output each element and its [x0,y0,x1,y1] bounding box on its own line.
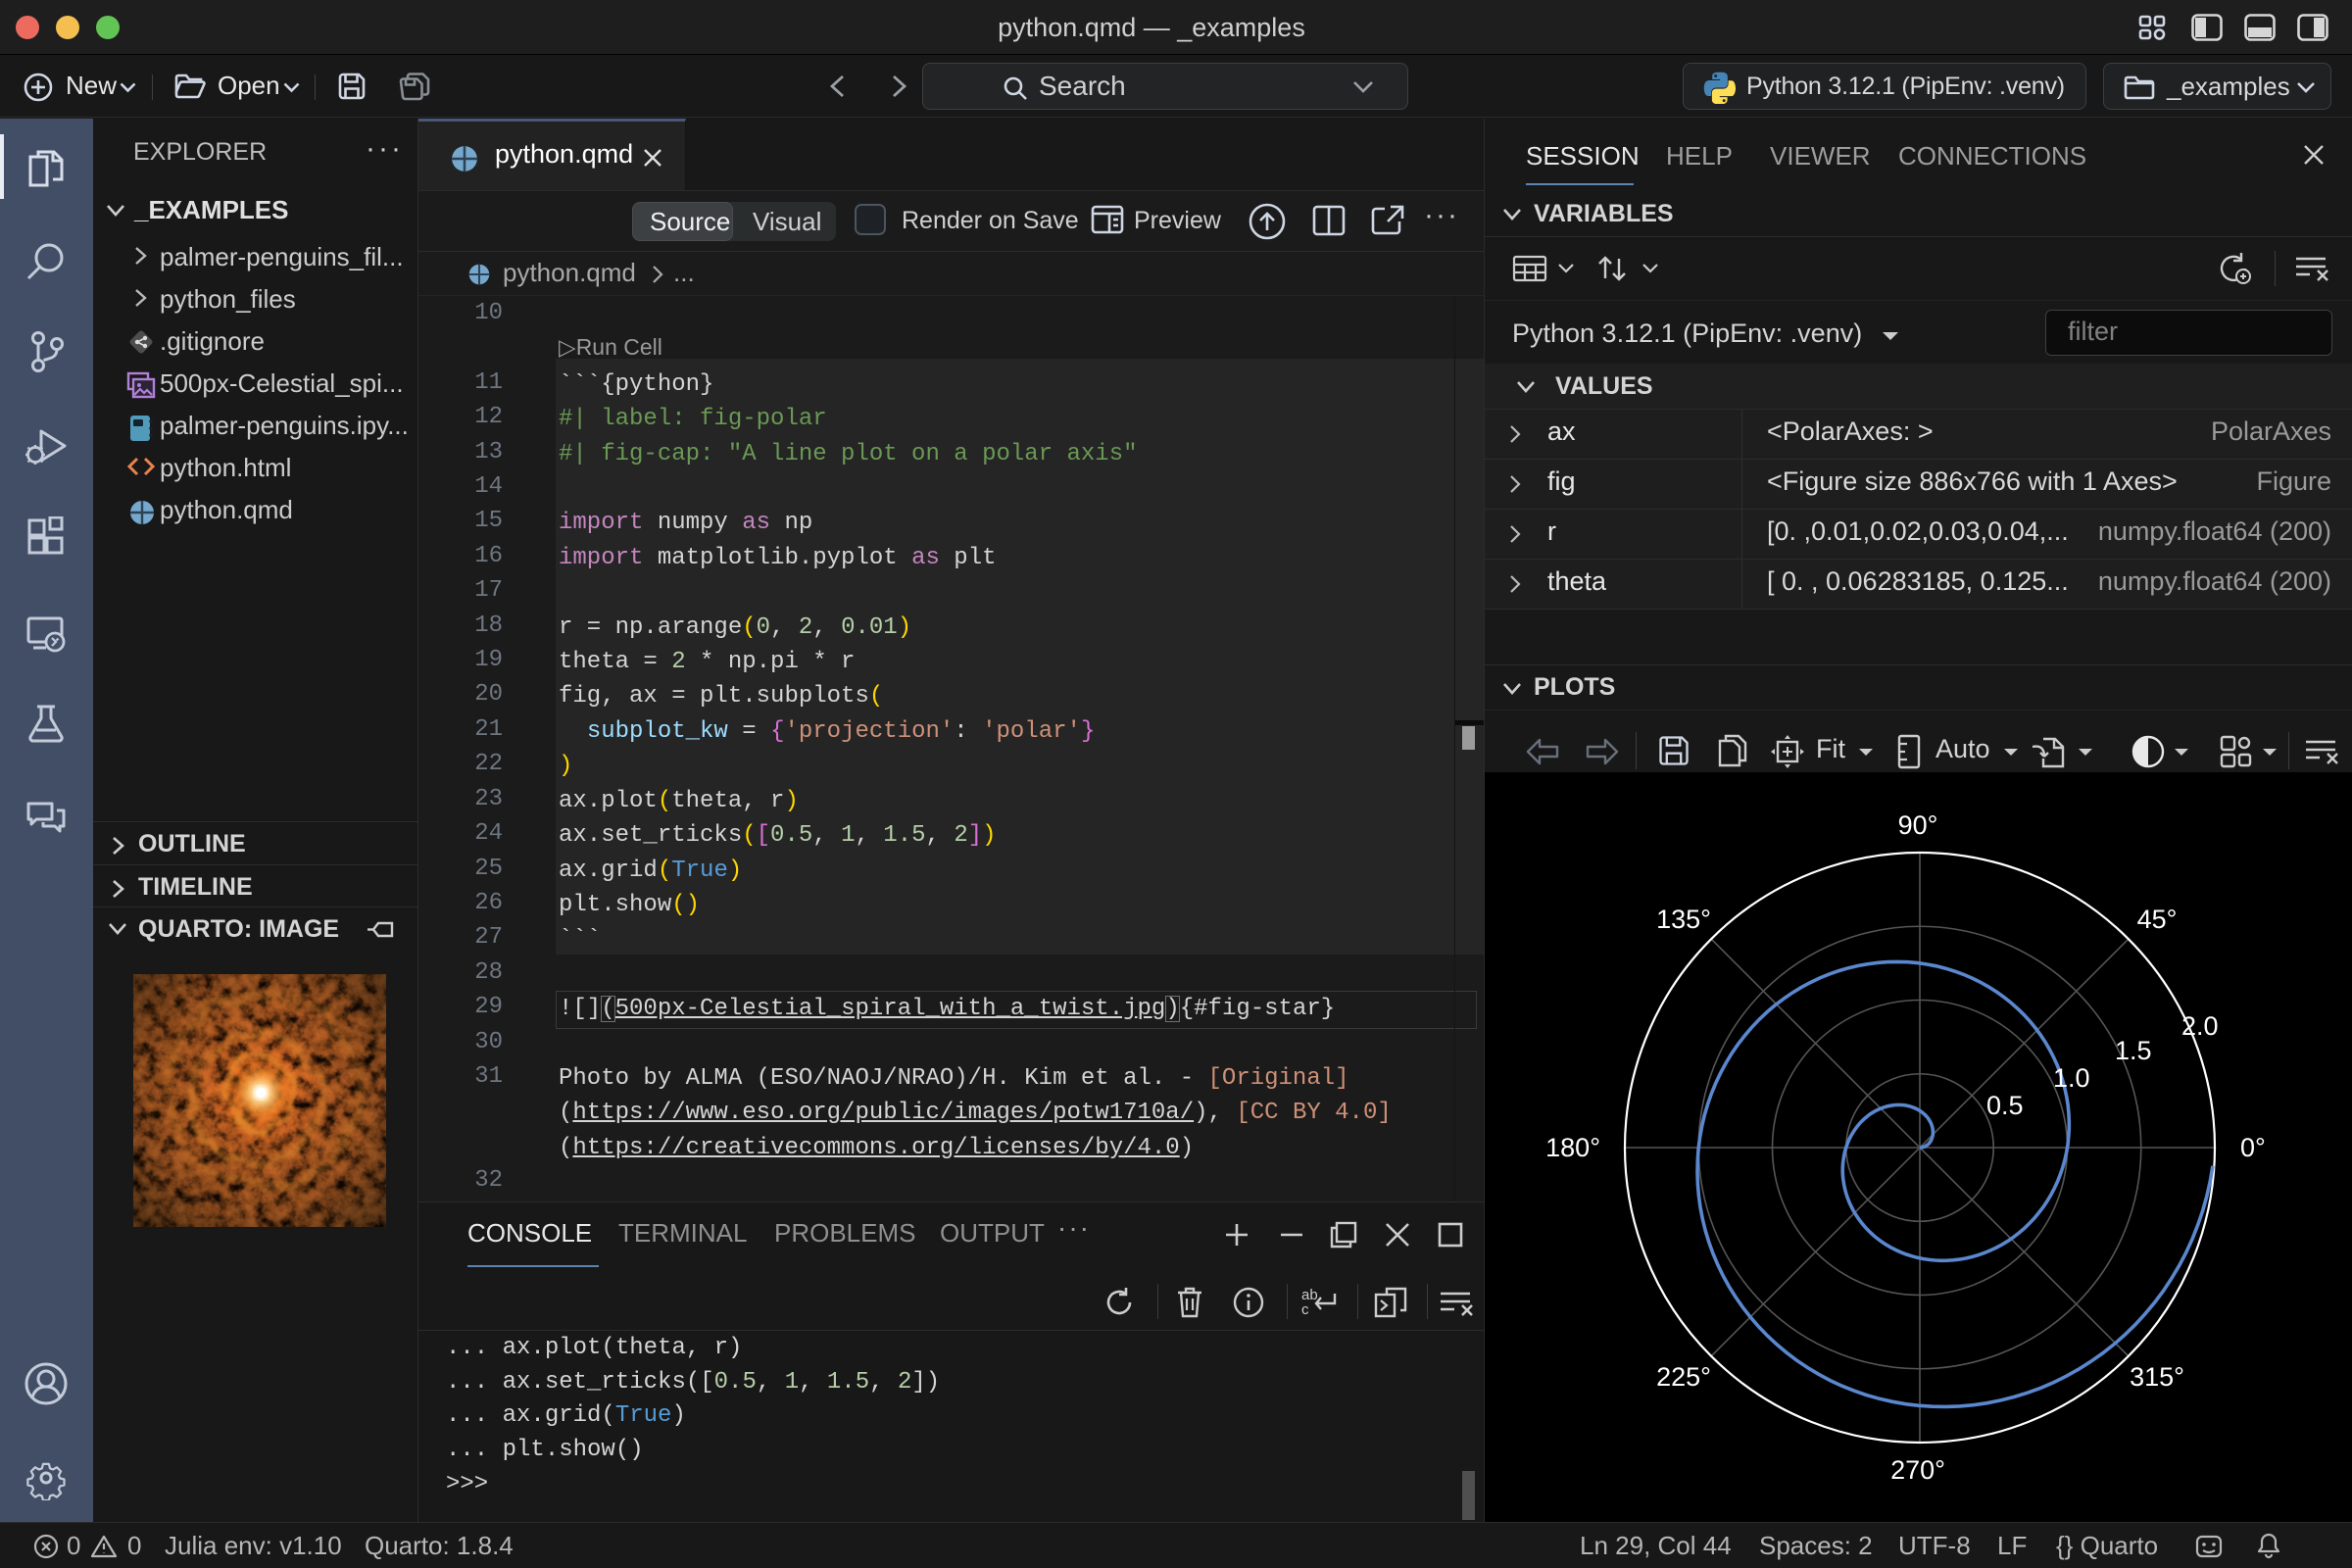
svg-text:2.0: 2.0 [2181,1011,2219,1041]
svg-text:135°: 135° [1656,905,1711,934]
svg-text:0.5: 0.5 [1986,1091,2024,1120]
svg-text:45°: 45° [2137,905,2178,934]
svg-text:1.5: 1.5 [2115,1036,2152,1065]
svg-text:270°: 270° [1890,1455,1945,1485]
svg-text:180°: 180° [1545,1133,1600,1162]
svg-text:0°: 0° [2240,1133,2266,1162]
svg-text:225°: 225° [1656,1362,1711,1392]
svg-text:90°: 90° [1898,810,1938,840]
svg-text:1.0: 1.0 [2053,1063,2090,1093]
svg-text:315°: 315° [2130,1362,2184,1392]
svg-text:c: c [1301,1301,1309,1318]
